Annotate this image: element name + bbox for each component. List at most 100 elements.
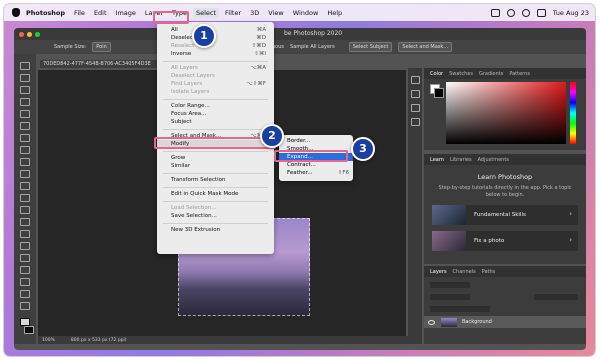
menu-file[interactable]: File: [74, 9, 85, 17]
menu-select[interactable]: Select: [192, 7, 220, 18]
menu-item-new-3d-extrusion[interactable]: New 3D Extrusion: [157, 226, 274, 234]
blend-mode-select[interactable]: [430, 294, 470, 300]
submenu-item-feather[interactable]: Feather... ⇧F6: [279, 169, 353, 177]
tab-learn[interactable]: Learn: [430, 157, 444, 163]
close-icon[interactable]: [19, 31, 24, 37]
card-label: Fundamental Skills: [474, 212, 526, 218]
menu-item-isolate-layers: Isolate Layers: [171, 89, 210, 95]
hand-tool-icon[interactable]: [20, 290, 30, 298]
eraser-tool-icon[interactable]: [20, 194, 30, 202]
background-color-icon[interactable]: [24, 326, 34, 334]
tab-adjustments[interactable]: Adjustments: [478, 157, 509, 163]
menu-item-grow[interactable]: Grow: [157, 154, 274, 162]
eye-icon[interactable]: [428, 319, 435, 325]
menu-app[interactable]: Photoshop: [26, 9, 65, 17]
apple-icon[interactable]: [12, 8, 20, 17]
crop-tool-icon[interactable]: [20, 110, 30, 118]
menu-item-focus-area[interactable]: Focus Area...: [157, 110, 274, 118]
card-label: Fix a photo: [474, 238, 505, 244]
tab-channels[interactable]: Channels: [453, 269, 476, 275]
tab-gradients[interactable]: Gradients: [479, 71, 503, 77]
highlight-select-menu: [153, 11, 189, 24]
zoom-tool-icon[interactable]: [20, 302, 30, 310]
menu-item-similar[interactable]: Similar: [157, 162, 274, 170]
menu-edit[interactable]: Edit: [94, 9, 107, 17]
eyedropper-tool-icon[interactable]: [20, 134, 30, 142]
character-panel-icon[interactable]: [411, 118, 420, 126]
dodge-tool-icon[interactable]: [20, 230, 30, 238]
menu-item-transform-selection[interactable]: Transform Selection: [157, 176, 274, 184]
menu-item-subject[interactable]: Subject: [157, 118, 274, 126]
menu-help[interactable]: Help: [327, 9, 342, 17]
pen-tool-icon[interactable]: [20, 242, 30, 250]
move-tool-icon[interactable]: [20, 62, 30, 70]
layer-row[interactable]: Background: [424, 316, 586, 328]
blur-tool-icon[interactable]: [20, 218, 30, 226]
tab-swatches[interactable]: Swatches: [449, 71, 473, 77]
opacity-field[interactable]: [534, 294, 578, 300]
menu-item-save-selection[interactable]: Save Selection...: [157, 212, 274, 220]
tab-layers[interactable]: Layers: [430, 269, 447, 275]
step-badge-1: 1: [192, 24, 216, 48]
menu-item-load-selection: Load Selection...: [171, 205, 217, 211]
menu-window[interactable]: Window: [293, 9, 319, 17]
layer-filter-select[interactable]: [430, 282, 470, 288]
menu-3d[interactable]: 3D: [250, 9, 259, 17]
menu-view[interactable]: View: [268, 9, 283, 17]
menu-image[interactable]: Image: [116, 9, 136, 17]
menu-item-color-range[interactable]: Color Range...: [157, 102, 274, 110]
properties-panel-icon[interactable]: [411, 90, 420, 98]
stamp-tool-icon[interactable]: [20, 170, 30, 178]
tools-panel: [14, 54, 36, 344]
zoom-icon[interactable]: [35, 31, 40, 37]
lasso-tool-icon[interactable]: [20, 86, 30, 94]
layer-name: Background: [462, 319, 492, 325]
select-and-mask-button[interactable]: Select and Mask...: [398, 42, 453, 52]
sample-size-label: Sample Size:: [54, 44, 87, 50]
healing-tool-icon[interactable]: [20, 146, 30, 154]
wifi-icon[interactable]: [506, 8, 515, 17]
highlight-modify-item: [154, 137, 276, 149]
sample-size-select[interactable]: Poin: [92, 42, 111, 52]
menu-item-inverse[interactable]: Inverse ⇧⌘I: [157, 50, 274, 58]
menu-filter[interactable]: Filter: [225, 9, 241, 17]
submenu-item-contract[interactable]: Contract...: [279, 161, 353, 169]
minimize-icon[interactable]: [27, 31, 32, 37]
select-subject-button[interactable]: Select Subject: [348, 42, 393, 52]
hue-slider[interactable]: [570, 82, 576, 144]
gradient-tool-icon[interactable]: [20, 206, 30, 214]
lock-options[interactable]: [430, 306, 490, 312]
frame-tool-icon[interactable]: [20, 122, 30, 130]
shape-tool-icon[interactable]: [20, 278, 30, 286]
control-center-icon[interactable]: [536, 8, 546, 17]
tab-color[interactable]: Color: [430, 71, 443, 77]
tab-libraries[interactable]: Libraries: [450, 157, 472, 163]
marquee-tool-icon[interactable]: [20, 74, 30, 82]
sample-all-layers-checkbox[interactable]: Sample All Layers: [290, 44, 335, 50]
color-picker-field[interactable]: [446, 82, 566, 144]
search-icon[interactable]: [521, 8, 530, 17]
brush-tool-icon[interactable]: [20, 158, 30, 166]
submenu-item-border[interactable]: Border...: [279, 137, 353, 145]
menu-item-quick-mask[interactable]: Edit in Quick Mask Mode: [157, 190, 274, 198]
zoom-level[interactable]: 100%: [42, 338, 55, 343]
card-fix-a-photo[interactable]: Fix a photo ›: [432, 231, 578, 251]
path-select-icon[interactable]: [20, 266, 30, 274]
history-brush-icon[interactable]: [20, 182, 30, 190]
menu-item-all-layers: All Layers ⌥⌘A: [171, 65, 266, 71]
background-swatch[interactable]: [434, 88, 444, 98]
clock[interactable]: Tue Aug 23: [553, 9, 589, 17]
foreground-color-icon[interactable]: [20, 318, 30, 326]
learn-subtitle: Step-by-step tutorials directly in the a…: [438, 185, 572, 198]
brush-panel-icon[interactable]: [411, 104, 420, 112]
layer-thumbnail: [441, 317, 457, 327]
tab-paths[interactable]: Paths: [482, 269, 496, 275]
card-fundamental-skills[interactable]: Fundamental Skills ›: [432, 205, 578, 225]
menu-item-reselect: Reselect ⇧⌘D: [171, 43, 266, 49]
battery-icon[interactable]: [490, 8, 500, 17]
magic-wand-tool-icon[interactable]: [20, 98, 30, 106]
type-tool-icon[interactable]: [20, 254, 30, 262]
history-panel-icon[interactable]: [411, 76, 420, 84]
photoshop-window: be Photoshop 2020 Sample Size: Poin Cont…: [14, 28, 586, 350]
tab-patterns[interactable]: Patterns: [509, 71, 530, 77]
